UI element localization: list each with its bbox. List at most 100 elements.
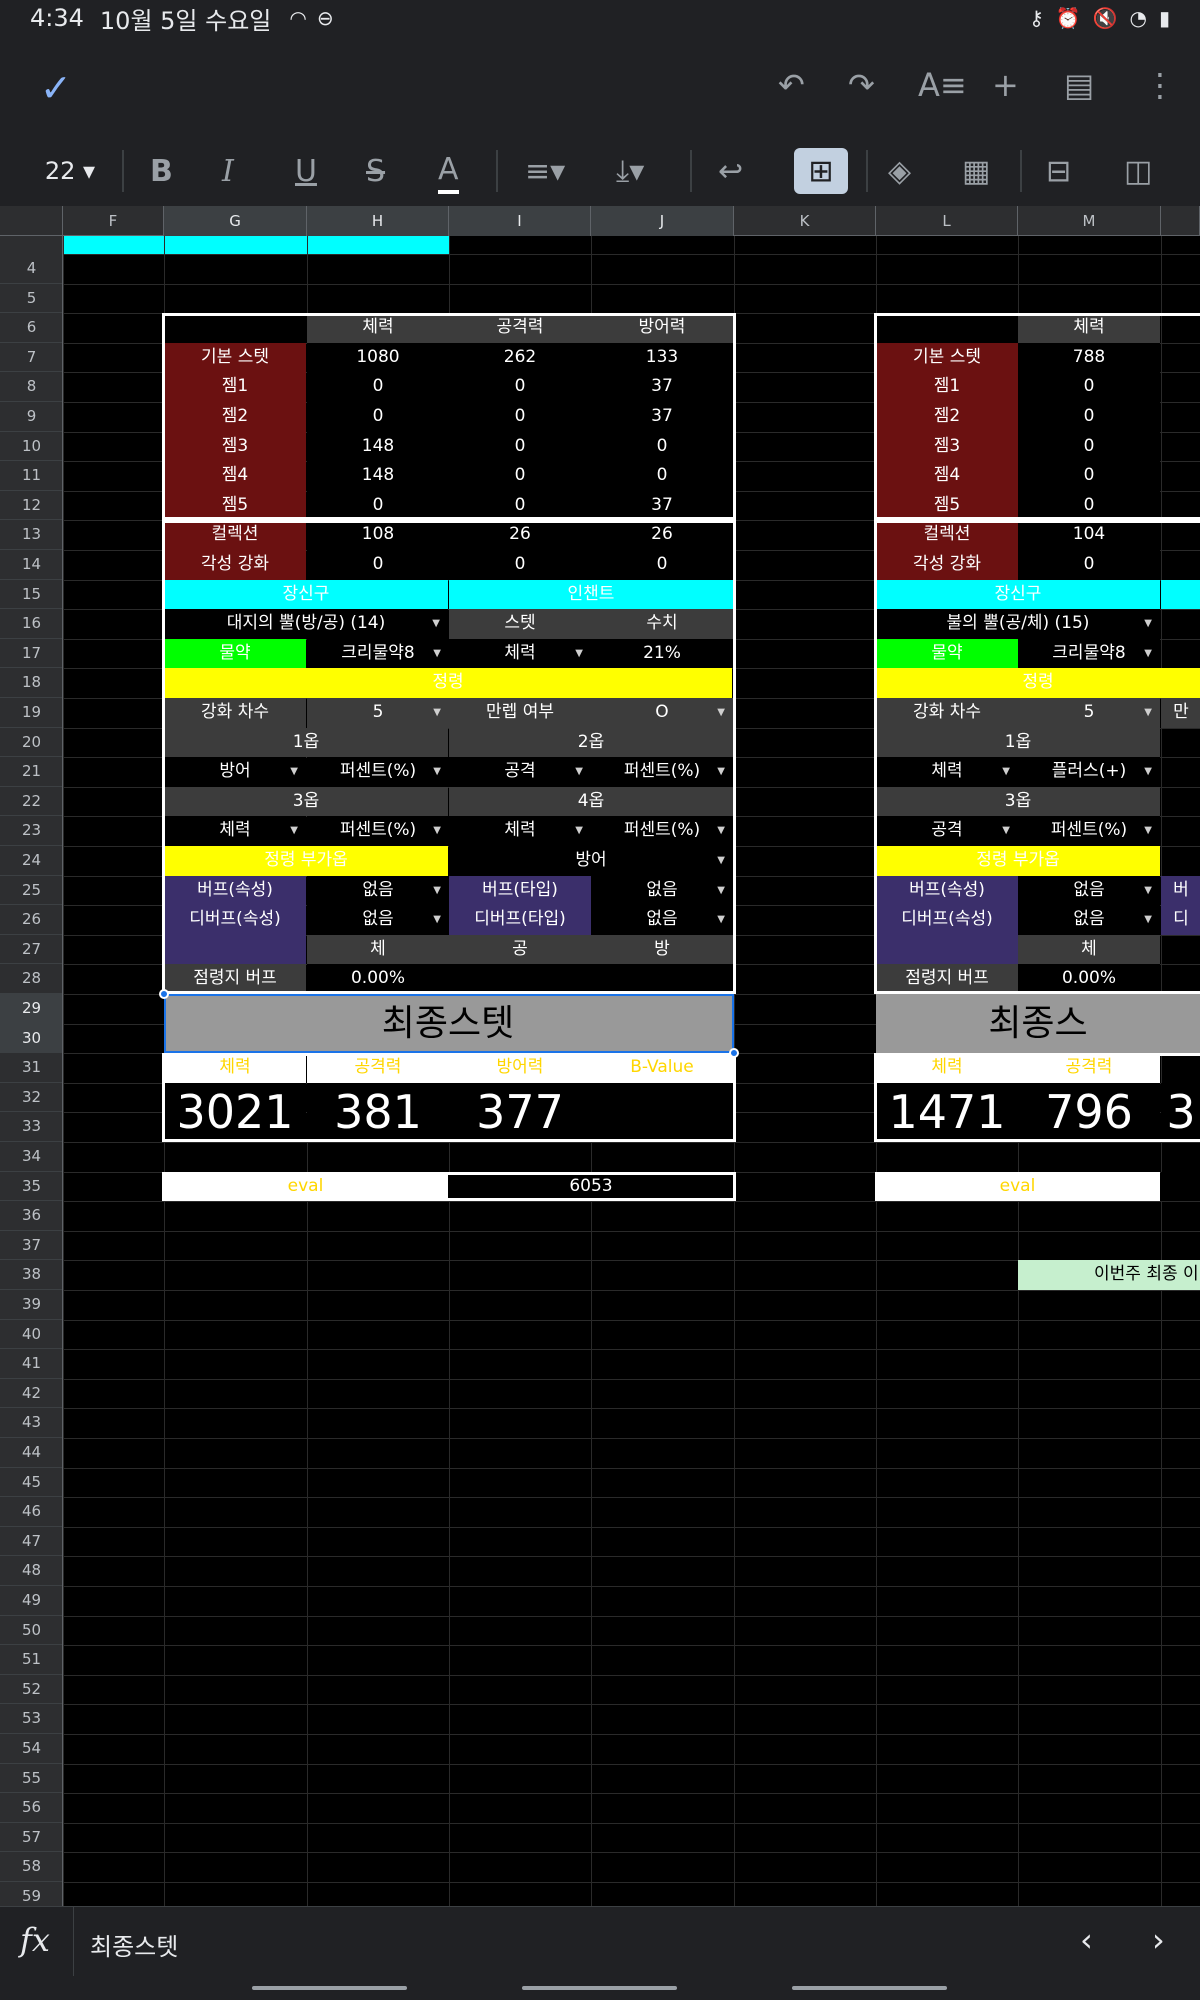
row-header-17[interactable]: 17: [0, 639, 62, 669]
col-header-K[interactable]: K: [734, 206, 876, 236]
row-header-7[interactable]: 7: [0, 343, 62, 373]
potion-select[interactable]: 크리물약8: [1018, 638, 1160, 669]
redo-icon[interactable]: ↷: [848, 66, 875, 104]
row-header-48[interactable]: 48: [0, 1556, 62, 1586]
row-header-49[interactable]: 49: [0, 1586, 62, 1616]
underline-icon[interactable]: U: [295, 148, 317, 194]
option-select[interactable]: 공격: [876, 816, 1018, 846]
option-select[interactable]: 퍼센트(%): [591, 816, 733, 846]
strikethrough-icon[interactable]: S: [366, 148, 385, 194]
accessory-select[interactable]: 대지의 뿔(방/공) (14): [164, 609, 448, 639]
option-select[interactable]: 공격: [449, 757, 591, 787]
wrap-text-icon[interactable]: ↩: [718, 148, 743, 194]
font-size-dropdown[interactable]: 22 ▾: [40, 148, 100, 194]
col-header-L[interactable]: L: [876, 206, 1018, 236]
potion-select[interactable]: 크리물약8: [307, 638, 449, 669]
row-header-54[interactable]: 54: [0, 1734, 62, 1764]
row-header-8[interactable]: 8: [0, 372, 62, 402]
option-select[interactable]: 체력: [164, 816, 306, 846]
row-header-41[interactable]: 41: [0, 1349, 62, 1379]
align-vertical-icon[interactable]: ⤓▾: [616, 148, 644, 194]
row-header-31[interactable]: 31: [0, 1053, 62, 1083]
row-header-24[interactable]: 24: [0, 846, 62, 876]
row-header-10[interactable]: 10: [0, 432, 62, 462]
row-header-34[interactable]: 34: [0, 1142, 62, 1172]
option-select[interactable]: 퍼센트(%): [307, 757, 449, 787]
row-header-5[interactable]: 5: [0, 284, 62, 314]
text-color-icon[interactable]: A: [438, 148, 459, 194]
row-header-43[interactable]: 43: [0, 1408, 62, 1438]
row-header-22[interactable]: 22: [0, 787, 62, 817]
row-header-16[interactable]: 16: [0, 609, 62, 639]
row-header-13[interactable]: 13: [0, 520, 62, 550]
enhance-level-select[interactable]: 5: [1018, 698, 1160, 728]
col-header-M[interactable]: M: [1018, 206, 1161, 236]
row-header-9[interactable]: 9: [0, 402, 62, 432]
row-header-42[interactable]: 42: [0, 1379, 62, 1409]
text-format-icon[interactable]: A≡: [918, 66, 967, 104]
comment-icon[interactable]: ▤: [1064, 66, 1094, 104]
row-header-19[interactable]: 19: [0, 698, 62, 728]
buff-type-select[interactable]: 없음: [591, 875, 733, 906]
col-header-J[interactable]: J: [591, 206, 734, 236]
enchant-stat-select[interactable]: 체력: [449, 638, 591, 669]
bold-icon[interactable]: B: [150, 148, 173, 194]
more-options-icon[interactable]: ⋮: [1144, 66, 1176, 104]
merge-cells-icon[interactable]: ⊞: [794, 148, 848, 194]
sheet-grid[interactable]: 체력 공격력 방어력 기본 스텟 1080 262 133 젬1 0 0 37 젬2 0 0 37 젬3 148…: [63, 236, 1200, 1906]
max-level-select[interactable]: O: [591, 698, 733, 728]
row-header-4[interactable]: 4: [0, 254, 62, 284]
corner-cell[interactable]: [0, 206, 63, 236]
row-header-59[interactable]: 59: [0, 1882, 62, 1906]
option-select[interactable]: 체력: [449, 816, 591, 846]
option-select[interactable]: 퍼센트(%): [307, 816, 449, 846]
prev-arrow-icon[interactable]: ‹: [1080, 1921, 1093, 1959]
done-check-icon[interactable]: ✓: [40, 66, 72, 110]
row-header-29[interactable]: 29: [0, 994, 62, 1024]
add-icon[interactable]: +: [992, 66, 1019, 104]
row-header-55[interactable]: 55: [0, 1764, 62, 1794]
row-header-28[interactable]: 28: [0, 964, 62, 994]
row-header-18[interactable]: 18: [0, 668, 62, 698]
insert-column-icon[interactable]: ◫: [1124, 148, 1152, 194]
row-header-12[interactable]: 12: [0, 491, 62, 521]
debuff-attr-select[interactable]: 없음: [307, 905, 449, 935]
row-header-26[interactable]: 26: [0, 905, 62, 935]
italic-icon[interactable]: I: [222, 148, 234, 194]
row-header-35[interactable]: 35: [0, 1172, 62, 1202]
row-header-25[interactable]: 25: [0, 876, 62, 906]
option-select[interactable]: 플러스(+): [1018, 757, 1160, 787]
col-header-H[interactable]: H: [307, 206, 449, 236]
buff-attr-select[interactable]: 없음: [307, 875, 449, 906]
row-header-57[interactable]: 57: [0, 1823, 62, 1853]
col-header-G[interactable]: G: [164, 206, 307, 236]
row-header-21[interactable]: 21: [0, 757, 62, 787]
next-arrow-icon[interactable]: ›: [1152, 1921, 1165, 1959]
row-header-38[interactable]: 38: [0, 1260, 62, 1290]
row-header-32[interactable]: 32: [0, 1083, 62, 1113]
row-header-47[interactable]: 47: [0, 1527, 62, 1557]
row-header-30[interactable]: 30: [0, 1023, 62, 1054]
accessory-select[interactable]: 불의 뿔(공/체) (15): [876, 609, 1160, 639]
buff-attr-select[interactable]: 없음: [1018, 875, 1160, 906]
row-header-50[interactable]: 50: [0, 1616, 62, 1646]
row-header-46[interactable]: 46: [0, 1497, 62, 1527]
row-header-36[interactable]: 36: [0, 1201, 62, 1231]
insert-row-icon[interactable]: ⊟: [1046, 148, 1071, 194]
row-header-44[interactable]: 44: [0, 1438, 62, 1468]
row-header-6[interactable]: 6: [0, 313, 62, 343]
selection-handle[interactable]: [729, 1048, 739, 1059]
row-header-53[interactable]: 53: [0, 1704, 62, 1734]
row-header-58[interactable]: 58: [0, 1852, 62, 1882]
col-header-next[interactable]: [1161, 206, 1200, 236]
debuff-attr-select[interactable]: 없음: [1018, 905, 1160, 935]
selection-handle[interactable]: [159, 989, 169, 999]
fill-color-icon[interactable]: ◈: [888, 148, 911, 194]
row-header-45[interactable]: 45: [0, 1468, 62, 1498]
debuff-type-select[interactable]: 없음: [591, 905, 733, 935]
undo-icon[interactable]: ↶: [778, 66, 805, 104]
row-header-56[interactable]: 56: [0, 1793, 62, 1823]
col-header-I[interactable]: I: [449, 206, 591, 236]
row-header-15[interactable]: 15: [0, 580, 62, 610]
row-header-40[interactable]: 40: [0, 1320, 62, 1350]
